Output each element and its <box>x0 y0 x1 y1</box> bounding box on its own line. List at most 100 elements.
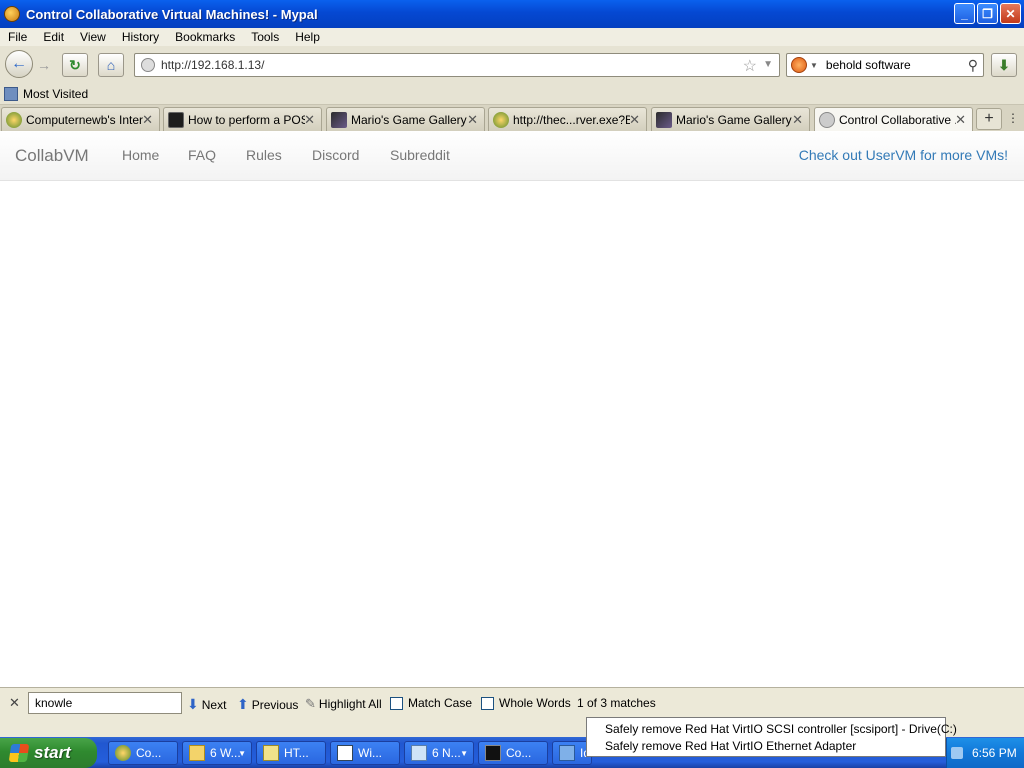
taskbar-item-mypal[interactable]: Co... <box>108 741 178 765</box>
find-previous-label: Previous <box>251 697 299 712</box>
search-icon[interactable]: ⚲ <box>968 57 978 74</box>
most-visited-folder[interactable]: Most Visited <box>23 87 88 101</box>
raccoon-icon <box>6 111 22 128</box>
forward-arrow-icon: → <box>37 57 51 73</box>
close-window-button[interactable]: ✕ <box>1000 3 1021 24</box>
menu-edit[interactable]: Edit <box>35 30 72 44</box>
tab-label: Mario's Game Gallery | ... <box>676 112 793 127</box>
checkbox-icon <box>390 696 403 710</box>
start-button[interactable]: start <box>0 738 97 768</box>
uservm-promo-link[interactable]: Check out UserVM for more VMs! <box>799 147 1008 163</box>
arrow-up-icon: ⬆ <box>237 696 249 712</box>
taskbar-item-command-prompt[interactable]: Co... <box>478 741 548 765</box>
taskbar-item-label: 6 W... <box>210 746 241 760</box>
tab-label: Mario's Game Gallery | ... <box>351 112 468 127</box>
reload-button[interactable]: ↻ <box>62 53 88 77</box>
chevron-down-icon: ▼ <box>460 749 468 758</box>
plus-icon: + <box>984 110 994 127</box>
search-engine-icon[interactable] <box>791 57 807 73</box>
minimize-button[interactable]: _ <box>954 3 975 24</box>
menu-help[interactable]: Help <box>287 30 328 44</box>
menu-history[interactable]: History <box>114 30 167 44</box>
back-arrow-icon: ← <box>11 55 27 72</box>
help-icon <box>263 745 279 761</box>
close-tab-icon[interactable]: ✕ <box>304 112 315 128</box>
windows-logo-icon <box>8 744 30 762</box>
find-input[interactable] <box>28 692 182 714</box>
whole-words-label: Whole Words <box>499 696 571 710</box>
tab-posix[interactable]: How to perform a POS... ✕ <box>163 107 322 131</box>
taskbar-item-label: Wi... <box>358 746 382 760</box>
list-all-tabs-icon[interactable]: ⋮⋮ <box>1007 111 1024 125</box>
url-history-dropdown-icon[interactable]: ▼ <box>763 59 773 70</box>
find-next-label: Next <box>201 697 227 712</box>
tab-collabvm-active[interactable]: Control Collaborative ... ✕ <box>814 107 973 131</box>
nav-link-rules[interactable]: Rules <box>246 147 282 163</box>
safely-remove-hardware-icon[interactable] <box>951 747 963 759</box>
highlight-all-button[interactable]: ✎ Highlight All <box>305 696 382 712</box>
terminal-icon <box>168 111 184 128</box>
taskbar-group-explorer[interactable]: 6 W... ▼ <box>182 741 252 765</box>
menu-tools[interactable]: Tools <box>243 30 287 44</box>
close-tab-icon[interactable]: ✕ <box>142 112 153 128</box>
raccoon-icon <box>493 111 509 128</box>
chevron-down-icon: ▼ <box>238 749 246 758</box>
checkbox-icon <box>481 696 494 710</box>
safely-remove-ethernet-item[interactable]: Safely remove Red Hat VirtIO Ethernet Ad… <box>605 738 945 755</box>
tab-server-exe[interactable]: http://thec...rver.exe?B ✕ <box>488 107 647 131</box>
tab-mario-gallery-1[interactable]: Mario's Game Gallery | ... ✕ <box>326 107 485 131</box>
url-input[interactable] <box>161 58 721 72</box>
home-button[interactable]: ⌂ <box>98 53 124 77</box>
tab-computernewb[interactable]: Computernewb's Inter... ✕ <box>1 107 160 131</box>
downloads-button[interactable]: ⬇ <box>991 53 1017 77</box>
search-bar[interactable]: ▼ ⚲ <box>786 53 984 77</box>
folder-icon <box>189 745 205 761</box>
forward-button[interactable]: → <box>34 55 54 75</box>
taskbar-item-label: Co... <box>506 746 532 760</box>
match-case-checkbox[interactable]: Match Case <box>390 696 472 710</box>
download-arrow-icon: ⬇ <box>998 56 1010 73</box>
window-controls: _ ❐ ✕ <box>954 3 1021 24</box>
search-engine-dropdown-icon[interactable]: ▼ <box>810 61 818 70</box>
nav-link-discord[interactable]: Discord <box>312 147 359 163</box>
reload-icon: ↻ <box>69 56 81 73</box>
close-tab-icon[interactable]: ✕ <box>629 112 640 128</box>
whole-words-checkbox[interactable]: Whole Words <box>481 696 571 710</box>
nav-link-home[interactable]: Home <box>122 147 159 163</box>
search-input[interactable] <box>825 58 966 72</box>
find-previous-button[interactable]: ⬆ Previous <box>237 696 298 713</box>
menu-bookmarks[interactable]: Bookmarks <box>167 30 243 44</box>
taskbar-group-notepad[interactable]: 6 N... ▼ <box>404 741 474 765</box>
find-next-button[interactable]: ⬇ Next <box>187 696 226 713</box>
bookmark-star-icon[interactable]: ☆ <box>743 56 757 76</box>
nav-link-faq[interactable]: FAQ <box>188 147 216 163</box>
safely-remove-scsi-item[interactable]: Safely remove Red Hat VirtIO SCSI contro… <box>605 721 957 738</box>
close-tab-icon[interactable]: ✕ <box>955 112 966 128</box>
app-icon <box>559 745 575 761</box>
mypal-app-icon[interactable] <box>4 6 20 22</box>
close-tab-icon[interactable]: ✕ <box>467 112 478 128</box>
highlight-all-label: Highlight All <box>318 697 382 711</box>
taskbar-item-label: Co... <box>136 746 162 760</box>
home-icon: ⌂ <box>106 57 116 73</box>
back-button[interactable]: ← <box>5 50 33 78</box>
new-tab-button[interactable]: + <box>976 108 1002 130</box>
tab-mario-gallery-2[interactable]: Mario's Game Gallery | ... ✕ <box>651 107 810 131</box>
close-find-bar-icon[interactable]: ✕ <box>9 695 20 711</box>
notepad-icon <box>411 745 427 761</box>
taskbar-item-window[interactable]: Wi... <box>330 741 400 765</box>
collabvm-brand[interactable]: CollabVM <box>15 146 89 166</box>
site-identity-icon[interactable] <box>141 58 155 72</box>
taskbar-clock[interactable]: 6:56 PM <box>972 746 1017 760</box>
close-tab-icon[interactable]: ✕ <box>792 112 803 128</box>
taskbar-item-help[interactable]: HT... <box>256 741 326 765</box>
nav-link-subreddit[interactable]: Subreddit <box>390 147 450 163</box>
url-bar[interactable]: ☆ ▼ <box>134 53 780 77</box>
tab-label: Control Collaborative ... <box>839 112 956 127</box>
menu-view[interactable]: View <box>72 30 114 44</box>
title-bar: Control Collaborative Virtual Machines! … <box>0 0 1024 28</box>
find-bar: ✕ ⬇ Next ⬆ Previous ✎ Highlight All Matc… <box>0 687 1024 717</box>
menu-file[interactable]: File <box>0 30 35 44</box>
most-visited-icon <box>4 87 18 101</box>
maximize-button[interactable]: ❐ <box>977 3 998 24</box>
